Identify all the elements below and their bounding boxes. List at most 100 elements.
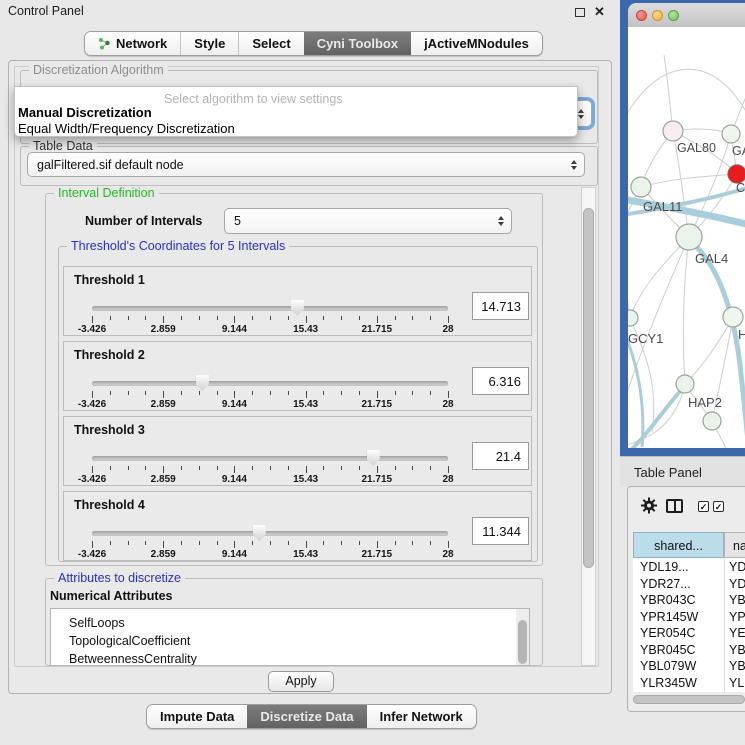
- attributes-list-scrollbar-thumb[interactable]: [518, 620, 527, 664]
- attribute-list-item[interactable]: TopologicalCoefficient: [69, 634, 190, 648]
- slider-tick-label: 9.144: [212, 474, 256, 485]
- network-node[interactable]: [631, 177, 651, 197]
- network-node[interactable]: [722, 125, 740, 143]
- tab-jactivemnodules[interactable]: jActiveMNodules: [411, 32, 542, 55]
- network-edge[interactable]: [685, 317, 733, 384]
- apply-button[interactable]: Apply: [268, 671, 334, 692]
- table-data-combobox[interactable]: galFiltered.sif default node: [27, 152, 585, 177]
- threshold-rows: Threshold 1-3.4262.8599.14415.4321.71528…: [63, 266, 532, 561]
- threshold-slider-track[interactable]: [92, 306, 448, 311]
- table-row[interactable]: YBL079WYBL0: [633, 658, 745, 675]
- network-node-label: GAL11: [643, 199, 683, 214]
- threshold-slider-track[interactable]: [92, 381, 448, 386]
- panel-vertical-scrollbar-thumb[interactable]: [583, 208, 594, 568]
- slider-tick: [359, 391, 360, 395]
- number-of-intervals-combobox[interactable]: 5: [224, 208, 512, 234]
- mode-tab-impute-data[interactable]: Impute Data: [147, 705, 247, 728]
- threshold-value-field[interactable]: 21.4: [472, 442, 529, 470]
- threshold-slider-thumb[interactable]: [367, 450, 380, 466]
- slider-tick: [359, 316, 360, 320]
- slider-tick-label: 21.715: [355, 399, 399, 410]
- slider-tick: [395, 541, 396, 545]
- checked-checkbox-icon[interactable]: ✓: [698, 501, 709, 512]
- network-edge[interactable]: [628, 69, 745, 123]
- network-node[interactable]: [703, 412, 721, 430]
- tab-label: jActiveMNodules: [424, 32, 529, 55]
- network-edge[interactable]: [641, 174, 737, 187]
- slider-tick: [270, 541, 271, 545]
- slider-tick: [234, 316, 235, 323]
- slider-tick: [306, 391, 307, 398]
- gear-icon[interactable]: [640, 497, 658, 519]
- attribute-list-item[interactable]: SelfLoops: [69, 616, 125, 630]
- slider-tick-label: -3.426: [70, 549, 114, 560]
- float-icon[interactable]: [575, 8, 585, 17]
- table-row[interactable]: YBR045CYBR0: [633, 642, 745, 659]
- threshold-value-field[interactable]: 6.316: [472, 367, 529, 395]
- threshold-slider-thumb[interactable]: [291, 300, 304, 316]
- combo-stepper-icon: [498, 216, 504, 226]
- column-header-shared-name[interactable]: shared...: [633, 532, 724, 558]
- slider-tick: [288, 391, 289, 395]
- slider-tick: [270, 316, 271, 320]
- slider-tick: [217, 316, 218, 320]
- slider-tick: [341, 541, 342, 545]
- thresholds-group-title: Threshold's Coordinates for 5 Intervals: [67, 239, 289, 253]
- network-node[interactable]: [676, 375, 694, 393]
- tab-label: Select: [252, 32, 290, 55]
- network-node[interactable]: [723, 307, 743, 327]
- network-edge[interactable]: [683, 237, 689, 384]
- table-row[interactable]: YLR345WYLR3: [633, 675, 745, 692]
- slider-tick: [217, 541, 218, 545]
- slider-tick: [323, 541, 324, 545]
- close-icon[interactable]: ✕: [594, 4, 605, 20]
- split-columns-icon[interactable]: [666, 499, 683, 513]
- network-node[interactable]: [676, 224, 702, 250]
- mode-tab-discretize-data[interactable]: Discretize Data: [247, 705, 366, 728]
- slider-tick: [163, 316, 164, 323]
- network-node[interactable]: [663, 121, 683, 141]
- tab-cyni-toolbox[interactable]: Cyni Toolbox: [304, 32, 411, 55]
- network-node[interactable]: [628, 310, 638, 326]
- mode-tab-infer-network[interactable]: Infer Network: [367, 705, 476, 728]
- threshold-slider-track[interactable]: [92, 456, 448, 461]
- network-edge[interactable]: [628, 386, 685, 448]
- zoom-traffic-light[interactable]: [668, 10, 679, 21]
- tab-network[interactable]: Network: [85, 32, 180, 55]
- table-horizontal-scrollbar-thumb[interactable]: [633, 695, 745, 704]
- checked-checkbox-icon[interactable]: ✓: [713, 501, 724, 512]
- minimize-traffic-light[interactable]: [652, 10, 663, 21]
- threshold-slider-thumb[interactable]: [253, 525, 266, 541]
- threshold-value-field[interactable]: 14.713: [472, 292, 529, 320]
- table-row[interactable]: YDL19...YDL1: [633, 559, 745, 576]
- slider-tick-label: 28: [426, 474, 470, 485]
- attribute-list-item[interactable]: BetweennessCentrality: [69, 652, 197, 666]
- table-cell-shared-name: YDL19...: [633, 559, 724, 576]
- slider-tick-label: 2.859: [141, 474, 185, 485]
- slider-tick: [430, 316, 431, 320]
- tab-style[interactable]: Style: [181, 32, 238, 55]
- network-graph[interactable]: GAL80GACGAL11GAL4GCY1HHAP2: [628, 27, 745, 448]
- tab-select[interactable]: Select: [239, 32, 303, 55]
- column-header-name[interactable]: name: [724, 532, 745, 558]
- network-window-titlebar[interactable]: [628, 3, 745, 28]
- threshold-slider-thumb[interactable]: [196, 375, 209, 391]
- table-row[interactable]: YBR043CYBR0: [633, 592, 745, 609]
- close-traffic-light[interactable]: [636, 10, 647, 21]
- algorithm-popup: Select algorithm to view settings Manual…: [14, 86, 578, 137]
- algorithm-option[interactable]: Manual Discretization: [15, 105, 575, 121]
- network-edge[interactable]: [664, 55, 673, 131]
- algorithm-option[interactable]: Equal Width/Frequency Discretization: [15, 121, 575, 137]
- network-canvas[interactable]: GAL80GACGAL11GAL4GCY1HHAP2: [628, 27, 745, 448]
- threshold-value-field[interactable]: 11.344: [472, 517, 529, 545]
- slider-tick: [306, 541, 307, 548]
- table-row[interactable]: YDR27...YDR2: [633, 576, 745, 593]
- table-row[interactable]: YPR145WYPR1: [633, 609, 745, 626]
- threshold-label: Threshold 2: [74, 348, 145, 362]
- slider-tick-label: 28: [426, 549, 470, 560]
- table-row[interactable]: YER054CYER0: [633, 625, 745, 642]
- slider-tick: [110, 466, 111, 470]
- app-root: { "window": {"title": "Control Panel", "…: [0, 0, 745, 745]
- threshold-slider-track[interactable]: [92, 531, 448, 536]
- network-edge[interactable]: [628, 257, 630, 318]
